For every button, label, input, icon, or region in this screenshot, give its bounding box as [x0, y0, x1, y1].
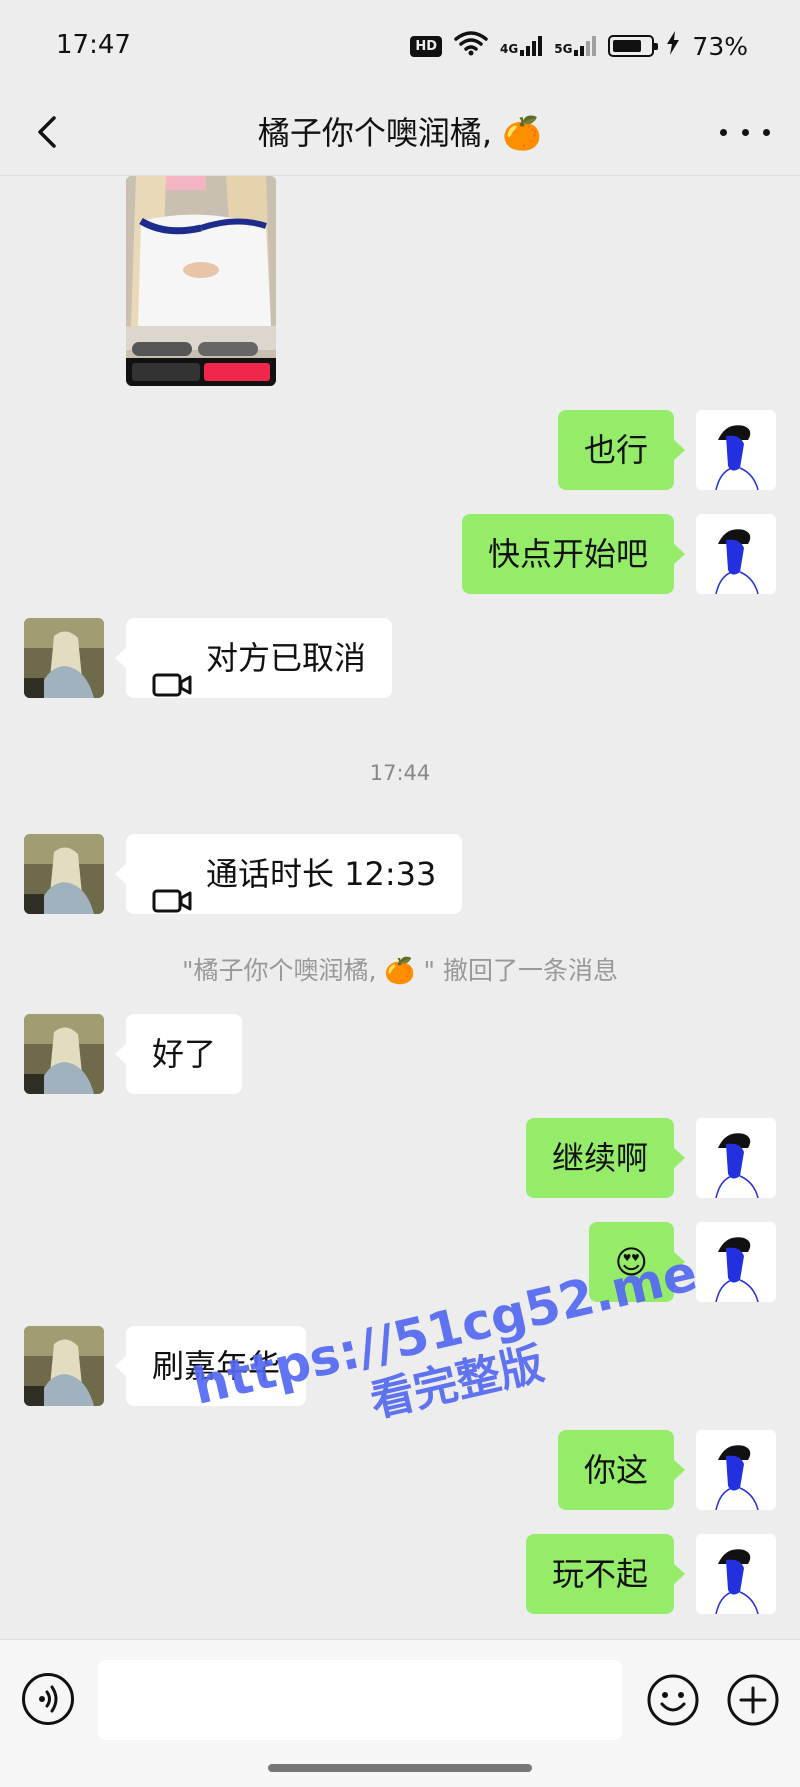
wifi-icon [454, 30, 488, 62]
outgoing-text-bubble[interactable]: 继续啊 [525, 1118, 686, 1198]
my-avatar[interactable] [696, 1430, 776, 1510]
contact-avatar[interactable] [24, 1014, 104, 1094]
voice-icon [39, 1685, 58, 1713]
my-avatar[interactable] [696, 514, 776, 594]
status-time: 17:47 [56, 30, 131, 60]
call-status-text: 对方已取消 [206, 639, 367, 677]
message-input[interactable] [98, 1660, 622, 1740]
voice-button[interactable] [22, 1673, 74, 1725]
video-call-icon [152, 862, 192, 913]
charging-icon [666, 31, 680, 61]
message-row: 对方已取消 [0, 618, 800, 698]
message-row: 快点开始吧 [0, 514, 800, 594]
message-row: 你这 [0, 1430, 800, 1510]
message-row [0, 176, 800, 386]
battery-percent: 73% [692, 31, 748, 61]
hd-badge: HD [410, 35, 443, 57]
time-separator: 17:44 [369, 761, 431, 785]
plus-icon [727, 1674, 779, 1726]
home-indicator[interactable] [268, 1764, 532, 1772]
my-avatar[interactable] [696, 1222, 776, 1302]
incoming-text-bubble[interactable]: 好了 [114, 1014, 243, 1094]
emoji-icon [647, 1674, 699, 1726]
outgoing-text-bubble[interactable]: 快点开始吧 [461, 514, 686, 594]
message-row: 😍 [0, 1222, 800, 1302]
chat-message-list[interactable]: 也行 快点开始吧 对方已取消 17:44 通话时长 12:33 "橘子你个噢润橘… [0, 176, 800, 1639]
emoji-button[interactable] [646, 1673, 700, 1727]
contact-avatar[interactable] [24, 834, 104, 914]
signal-5g-icon: 5G [554, 36, 597, 56]
message-row: 通话时长 12:33 [0, 834, 800, 914]
more-actions-button[interactable] [726, 1673, 780, 1727]
outgoing-text-bubble[interactable]: 玩不起 [525, 1534, 686, 1614]
message-row: 也行 [0, 410, 800, 490]
signal-4g-icon: 4G [500, 36, 543, 56]
status-bar: 17:47 HD 4G 5G 73% [0, 0, 800, 92]
message-row: 刷嘉年华 [0, 1326, 800, 1406]
incoming-call-bubble[interactable]: 通话时长 12:33 [114, 834, 463, 914]
contact-avatar[interactable] [24, 1326, 104, 1406]
recall-notice: "橘子你个噢润橘, 🍊 " 撤回了一条消息 [182, 956, 618, 985]
more-dots-icon [720, 128, 727, 136]
message-row: 玩不起 [0, 1534, 800, 1614]
outgoing-text-bubble[interactable]: 也行 [557, 410, 686, 490]
chat-title: 橘子你个噢润橘, 🍊 [257, 114, 543, 152]
outgoing-text-bubble[interactable]: 你这 [557, 1430, 686, 1510]
status-icons: HD 4G 5G 73% [410, 30, 748, 62]
my-avatar[interactable] [696, 410, 776, 490]
call-duration-text: 通话时长 12:33 [206, 855, 437, 893]
outgoing-emoji-bubble[interactable]: 😍 [588, 1222, 686, 1302]
my-avatar[interactable] [696, 1534, 776, 1614]
image-message[interactable] [126, 176, 276, 386]
video-call-icon [152, 646, 192, 697]
incoming-text-bubble[interactable]: 刷嘉年华 [114, 1326, 307, 1406]
my-avatar[interactable] [696, 1118, 776, 1198]
input-bar [0, 1639, 800, 1787]
message-row: 好了 [0, 1014, 800, 1094]
chat-header: 橘子你个噢润橘, 🍊 [0, 92, 800, 176]
incoming-call-bubble[interactable]: 对方已取消 [114, 618, 393, 698]
message-row: 继续啊 [0, 1118, 800, 1198]
more-button[interactable] [720, 120, 770, 144]
photo-thumbnail [126, 176, 276, 386]
contact-avatar[interactable] [24, 618, 104, 698]
battery-icon [608, 35, 659, 57]
